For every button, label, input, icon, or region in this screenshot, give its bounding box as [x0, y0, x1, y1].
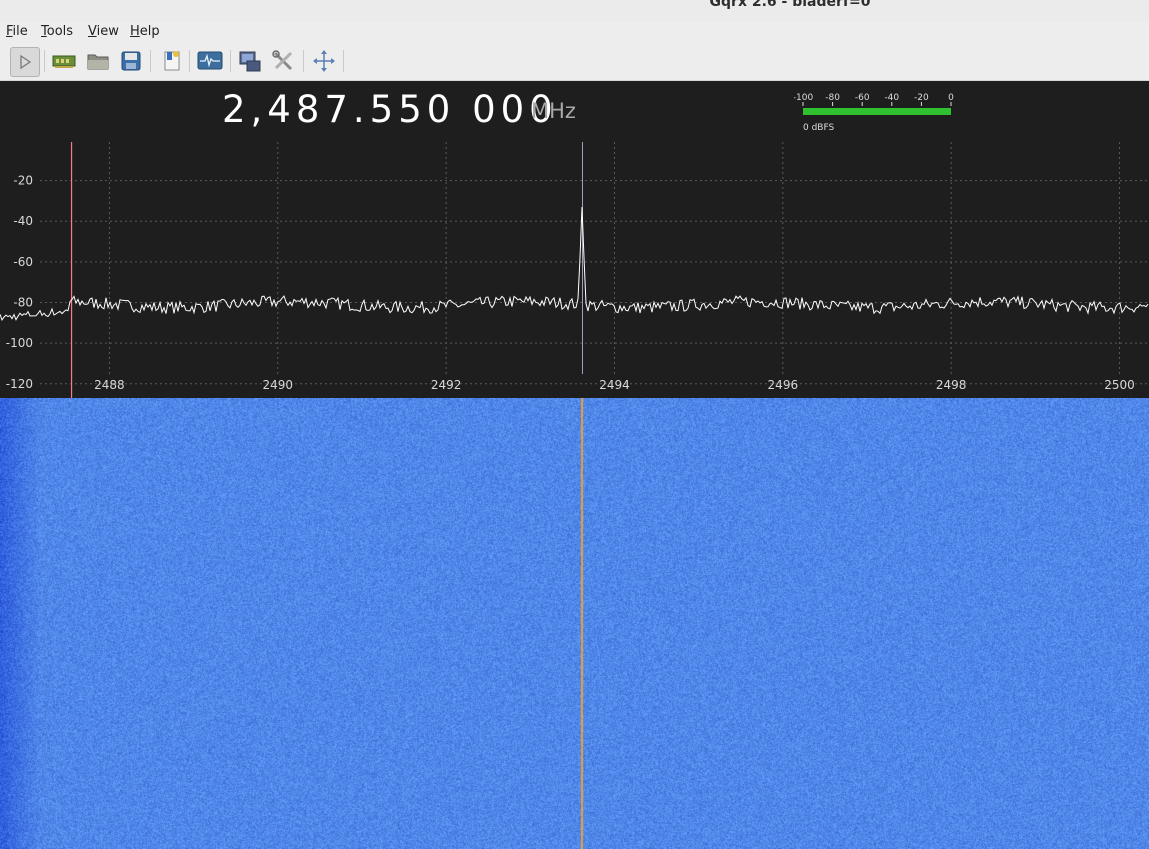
start-dsp-button[interactable] — [10, 47, 40, 77]
dsp-display-button[interactable] — [196, 47, 224, 75]
remote-control-icon — [239, 51, 261, 72]
menu-view-accel: V — [88, 24, 97, 39]
x-tick-label: 2490 — [263, 378, 294, 392]
signal-level-meter: -100 -80 -60 -40 -20 0 0 dBFS — [794, 93, 954, 133]
y-tick-label: -60 — [13, 255, 33, 269]
meter-bar-fill — [803, 108, 951, 115]
y-tick-label: -80 — [13, 296, 33, 310]
remote-control-button[interactable] — [236, 47, 264, 75]
y-tick-label: -120 — [6, 377, 33, 391]
fullscreen-button[interactable] — [310, 47, 338, 75]
spectrum-grid — [40, 142, 1149, 385]
x-tick-label: 2498 — [936, 378, 967, 392]
waterfall-display[interactable] — [0, 398, 1149, 849]
toolbar-separator — [150, 50, 151, 72]
meter-tick-label: -100 — [794, 93, 813, 103]
toolbar-separator — [44, 50, 45, 72]
frequency-unit: MHz — [531, 99, 576, 123]
y-tick-label: -20 — [13, 174, 33, 188]
open-folder-icon — [87, 54, 109, 70]
frequency-readout[interactable]: 2,487.550 000 — [222, 88, 558, 131]
spectrum-plot[interactable]: -20 -40 -60 -80 -100 -120 2488 2490 2492 2494 249… — [0, 142, 1149, 398]
x-tick-label: 2492 — [431, 378, 462, 392]
menu-tools-rest: ools — [46, 24, 74, 39]
toolbar-separator — [303, 50, 304, 72]
toolbar-separator — [343, 50, 344, 72]
bookmark-icon — [164, 51, 180, 71]
x-tick-label: 2494 — [599, 378, 630, 392]
toolbar-separator — [189, 50, 190, 72]
menu-help-accel: H — [130, 24, 140, 39]
x-axis-labels: 2488 2490 2492 2494 2496 2498 2500 — [94, 378, 1135, 392]
y-axis-labels: -20 -40 -60 -80 -100 -120 — [6, 174, 33, 391]
waveform-display-icon — [197, 51, 223, 70]
play-icon — [20, 54, 32, 70]
x-tick-label: 2500 — [1104, 378, 1135, 392]
meter-tick-label: -80 — [825, 93, 840, 103]
io-devices-button[interactable] — [50, 47, 78, 75]
menu-file[interactable]: File — [6, 24, 28, 39]
menu-bar: File Tools View Help — [0, 22, 1149, 42]
meter-label: 0 dBFS — [803, 123, 834, 133]
waterfall-canvas — [0, 398, 1149, 849]
menu-help[interactable]: Help — [130, 24, 160, 39]
x-tick-label: 2496 — [768, 378, 799, 392]
configure-button[interactable] — [269, 47, 297, 75]
fullscreen-icon — [313, 50, 335, 72]
menu-view[interactable]: View — [88, 24, 119, 39]
menu-file-rest: ile — [12, 24, 28, 39]
tools-icon — [272, 50, 293, 71]
hardware-icon — [52, 55, 76, 68]
add-bookmark-button[interactable] — [158, 47, 186, 75]
meter-scale: -100 -80 -60 -40 -20 0 — [794, 93, 954, 106]
toolbar — [0, 42, 1149, 81]
window-titlebar: Gqrx 2.6 - bladerf=0 — [0, 0, 1149, 23]
y-tick-label: -100 — [6, 336, 33, 350]
x-tick-label: 2488 — [94, 378, 125, 392]
meter-tick-label: -20 — [914, 93, 929, 103]
window-title: Gqrx 2.6 - bladerf=0 — [709, 0, 871, 10]
menu-tools[interactable]: Tools — [41, 24, 73, 39]
open-file-button[interactable] — [84, 47, 112, 75]
save-settings-button[interactable] — [117, 47, 145, 75]
save-icon — [121, 51, 141, 71]
menu-help-rest: elp — [139, 24, 160, 39]
meter-tick-label: 0 — [948, 93, 954, 103]
meter-tick-label: -60 — [855, 93, 870, 103]
toolbar-separator — [230, 50, 231, 72]
y-tick-label: -40 — [13, 214, 33, 228]
menu-view-rest: iew — [96, 24, 119, 39]
meter-tick-label: -40 — [884, 93, 899, 103]
